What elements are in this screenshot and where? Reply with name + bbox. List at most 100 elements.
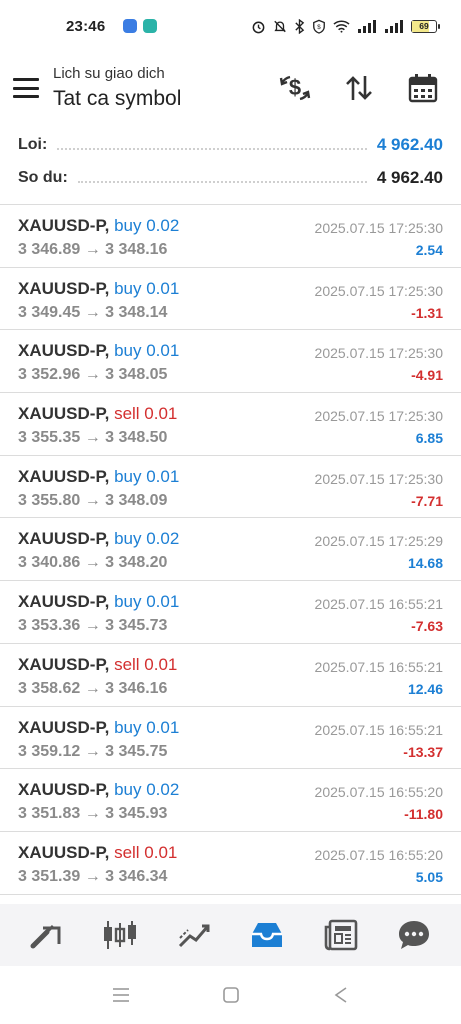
nav-news[interactable]: [311, 910, 371, 960]
deal-prices: 3 358.62 → 3 346.16: [18, 679, 168, 697]
calendar-button[interactable]: [391, 64, 455, 112]
deal-profit: -11.80: [404, 806, 443, 823]
deal-symbol: XAUUSD-P,: [18, 278, 110, 298]
signal-icon: [358, 19, 376, 33]
history-summary: Loi: 4 962.40 So du: 4 962.40: [0, 128, 461, 194]
deal-row[interactable]: XAUUSD-P, buy 0.02 3 351.83 → 3 345.93 2…: [0, 769, 461, 832]
deal-time: 2025.07.15 16:55:21: [314, 721, 443, 738]
deal-profit: -4.91: [411, 367, 443, 384]
deal-symbol: XAUUSD-P,: [18, 592, 110, 612]
status-app-icons: [123, 19, 158, 33]
deal-time: 2025.07.15 17:25:30: [314, 408, 443, 425]
deal-profit: -7.71: [411, 492, 443, 509]
deal-prices: 3 351.83 → 3 345.93: [18, 805, 168, 823]
deal-type: sell 0.01: [114, 404, 178, 424]
deal-row[interactable]: XAUUSD-P, buy 0.01 3 355.80 → 3 348.09 2…: [0, 456, 461, 519]
nav-messages[interactable]: [384, 910, 444, 960]
deal-type: buy 0.01: [114, 341, 180, 361]
profit-value: 4 962.40: [376, 134, 443, 154]
sort-button[interactable]: [327, 64, 391, 112]
status-time: 23:46: [66, 17, 106, 35]
deal-time: 2025.07.15 17:25:30: [314, 470, 443, 487]
deal-list: XAUUSD-P, buy 0.02 3 346.89 → 3 348.16 2…: [0, 204, 461, 895]
mute-bell-icon: [274, 20, 286, 32]
balance-label: So du:: [18, 168, 68, 186]
deal-prices: 3 355.35 → 3 348.50: [18, 429, 168, 447]
deal-type: buy 0.01: [114, 278, 180, 298]
deal-prices: 3 340.86 → 3 348.20: [18, 554, 168, 572]
deal-profit: 5.05: [415, 868, 443, 885]
status-indicators: $ 69: [251, 18, 440, 34]
bottom-navigation: [0, 904, 461, 966]
dotted-leader: [57, 147, 367, 150]
profit-row: Loi: 4 962.40: [0, 128, 461, 161]
deal-type: buy 0.02: [114, 529, 180, 549]
deal-row[interactable]: XAUUSD-P, buy 0.01 3 353.36 → 3 345.73 2…: [0, 581, 461, 644]
deal-time: 2025.07.15 17:25:30: [314, 282, 443, 299]
deal-row[interactable]: XAUUSD-P, buy 0.02 3 346.89 → 3 348.16 2…: [0, 205, 461, 268]
nav-trade[interactable]: [164, 910, 224, 960]
deal-symbol: XAUUSD-P,: [18, 780, 110, 800]
currency-exchange-button[interactable]: $: [263, 64, 327, 112]
deal-type: sell 0.01: [114, 842, 178, 862]
dotted-leader: [77, 180, 367, 183]
deal-symbol: XAUUSD-P,: [18, 341, 110, 361]
deal-time: 2025.07.15 16:55:20: [314, 784, 443, 801]
svg-text:$: $: [289, 75, 301, 100]
deal-profit: 6.85: [415, 430, 443, 447]
history-icon: [252, 923, 283, 947]
deal-prices: 3 355.80 → 3 348.09: [18, 491, 168, 509]
currency-exchange-icon: $: [279, 75, 311, 101]
deal-symbol: XAUUSD-P,: [18, 654, 110, 674]
balance-value: 4 962.40: [376, 167, 443, 187]
balance-row: So du: 4 962.40: [0, 161, 461, 194]
back-button[interactable]: [286, 975, 396, 1015]
deal-row[interactable]: XAUUSD-P, buy 0.01 3 359.12 → 3 345.75 2…: [0, 707, 461, 770]
deal-symbol: XAUUSD-P,: [18, 466, 110, 486]
deal-type: sell 0.01: [114, 654, 178, 674]
chart-icon: [104, 921, 137, 949]
deal-type: buy 0.02: [114, 780, 180, 800]
battery-icon: 69: [411, 19, 440, 33]
deal-profit: 14.68: [407, 555, 443, 572]
deal-row[interactable]: XAUUSD-P, buy 0.02 3 340.86 → 3 348.20 2…: [0, 518, 461, 582]
nav-history[interactable]: [237, 910, 297, 960]
profit-label: Loi:: [18, 135, 48, 153]
deal-symbol: XAUUSD-P,: [18, 404, 110, 424]
deal-time: 2025.07.15 17:25:30: [314, 345, 443, 362]
deal-profit: -1.31: [411, 304, 443, 321]
deal-row[interactable]: XAUUSD-P, sell 0.01 3 351.39 → 3 346.34 …: [0, 832, 461, 895]
deal-prices: 3 349.45 → 3 348.14: [18, 303, 168, 321]
nav-chart[interactable]: [90, 910, 150, 960]
recent-apps-button[interactable]: [66, 975, 176, 1015]
menu-icon[interactable]: [13, 78, 39, 98]
deal-symbol: XAUUSD-P,: [18, 842, 110, 862]
deal-time: 2025.07.15 16:55:20: [314, 846, 443, 863]
deal-time: 2025.07.15 16:55:21: [314, 596, 443, 613]
toolbar-title[interactable]: Lich su giao dich Tat ca symbol: [53, 65, 181, 111]
status-bar: 23:46 $ 69: [0, 0, 461, 52]
nav-quotes[interactable]: [17, 910, 77, 960]
deal-row[interactable]: XAUUSD-P, sell 0.01 3 355.35 → 3 348.50 …: [0, 393, 461, 456]
home-icon: [222, 987, 239, 1003]
quotes-icon: [30, 924, 61, 949]
system-navigation: [0, 966, 461, 1024]
back-icon: [334, 987, 346, 1003]
deal-row[interactable]: XAUUSD-P, buy 0.01 3 352.96 → 3 348.05 2…: [0, 330, 461, 394]
app-notification-icon: [123, 19, 138, 33]
deal-profit: -7.63: [411, 618, 443, 635]
deal-type: buy 0.01: [114, 592, 180, 612]
deal-row[interactable]: XAUUSD-P, sell 0.01 3 358.62 → 3 346.16 …: [0, 644, 461, 707]
deal-row[interactable]: XAUUSD-P, buy 0.01 3 349.45 → 3 348.14 2…: [0, 268, 461, 331]
home-button[interactable]: [176, 975, 286, 1015]
deal-symbol: XAUUSD-P,: [18, 717, 110, 737]
alarm-icon: [252, 21, 265, 33]
shield-icon: $: [313, 19, 325, 34]
trade-icon: [178, 924, 210, 948]
sort-arrows-icon: [346, 76, 372, 100]
deal-profit: -13.37: [403, 743, 443, 760]
wifi-icon: [333, 20, 350, 33]
signal-2-icon: [385, 19, 403, 33]
deal-symbol: XAUUSD-P,: [18, 529, 110, 549]
deal-prices: 3 346.89 → 3 348.16: [18, 241, 168, 258]
